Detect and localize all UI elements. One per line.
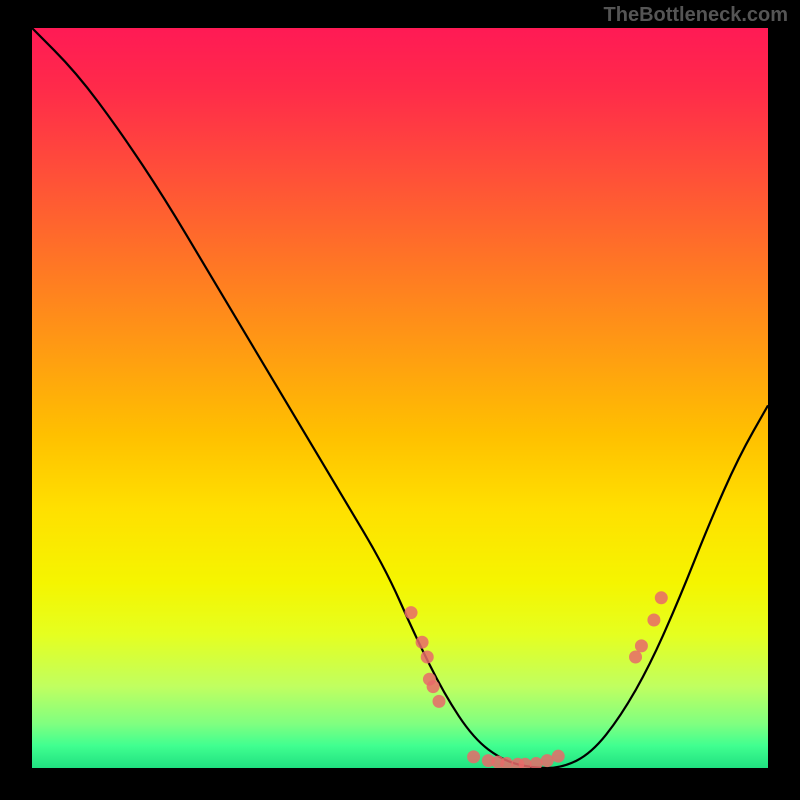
data-marker <box>405 606 418 619</box>
data-marker <box>421 651 434 664</box>
data-marker <box>416 636 429 649</box>
plot-area <box>32 28 768 768</box>
data-marker <box>655 591 668 604</box>
bottleneck-curve <box>32 28 768 768</box>
data-marker <box>635 639 648 652</box>
markers-group <box>405 591 668 768</box>
data-marker <box>467 750 480 763</box>
data-marker <box>427 680 440 693</box>
watermark-text: TheBottleneck.com <box>604 4 788 27</box>
data-marker <box>647 614 660 627</box>
curve-svg <box>32 28 768 768</box>
data-marker <box>629 651 642 664</box>
data-marker <box>552 750 565 763</box>
data-marker <box>530 757 543 768</box>
curve-path-group <box>32 28 768 768</box>
data-marker <box>433 695 446 708</box>
chart-container: TheBottleneck.com <box>0 0 800 800</box>
